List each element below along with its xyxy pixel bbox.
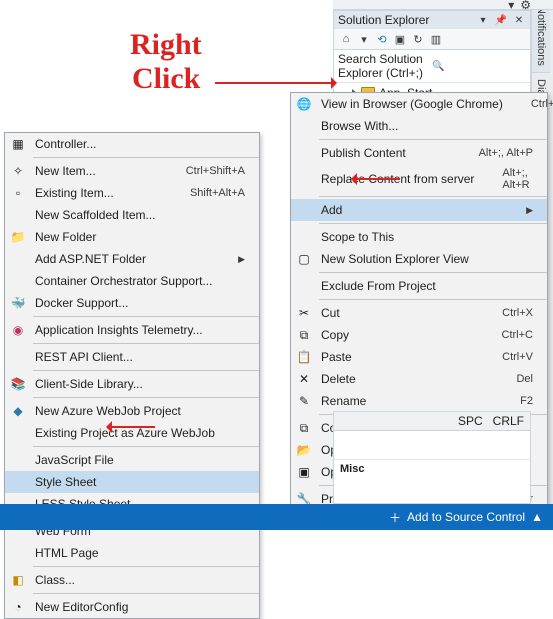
menu-docker-support[interactable]: 🐳Docker Support...: [5, 292, 259, 314]
menu-style-sheet[interactable]: Style Sheet: [5, 471, 259, 493]
cut-icon: ✂: [295, 305, 313, 321]
menu-exclude-from-project[interactable]: Exclude From Project: [291, 275, 547, 297]
menu-replace-content[interactable]: Replace Content from serverAlt+;, Alt+R: [291, 164, 547, 194]
menu-html-page[interactable]: HTML Page: [5, 542, 259, 564]
menu-existing-item[interactable]: ▫Existing Item...Shift+Alt+A: [5, 182, 259, 204]
menu-class[interactable]: ◧Class...: [5, 569, 259, 591]
submenu-arrow-icon: ▶: [238, 254, 245, 265]
menu-add[interactable]: Add▶: [291, 199, 547, 221]
status-crlf: CRLF: [493, 414, 524, 428]
browser-icon: 🌐: [295, 96, 313, 112]
new-item-icon: ✧: [9, 163, 27, 179]
add-source-control-button[interactable]: ＋ Add to Source Control ▲: [389, 509, 543, 526]
existing-item-icon: ▫: [9, 185, 27, 201]
annotation-arrow-to-content: [215, 74, 345, 94]
refresh-icon[interactable]: ↻: [410, 31, 426, 47]
show-all-icon[interactable]: ▥: [428, 31, 444, 47]
sync-icon[interactable]: ⟲: [374, 31, 390, 47]
menu-view-in-browser[interactable]: 🌐View in Browser (Google Chrome)Ctrl+Shi…: [291, 93, 547, 115]
menu-rename[interactable]: ✎RenameF2: [291, 390, 547, 412]
menu-scope-to-this[interactable]: Scope to This: [291, 226, 547, 248]
solution-explorer-header: Solution Explorer ▾ 📌 ✕: [334, 11, 530, 29]
annotation-click: Click: [132, 62, 200, 96]
add-submenu: ▦Controller... ✧New Item...Ctrl+Shift+A …: [4, 132, 260, 619]
docker-icon: 🐳: [9, 295, 27, 311]
search-placeholder: Search Solution Explorer (Ctrl+;): [338, 52, 432, 80]
terminal-icon: ▣: [295, 464, 313, 480]
menu-rest-api-client[interactable]: REST API Client...: [5, 346, 259, 368]
window-icon: ▢: [295, 251, 313, 267]
menu-scaffolded-item[interactable]: New Scaffolded Item...: [5, 204, 259, 226]
menu-new-editorconfig[interactable]: ◔New EditorConfig: [5, 596, 259, 618]
annotation-arrow-to-add: [345, 170, 400, 188]
annotation-right: Right: [130, 28, 202, 62]
dropdown-icon[interactable]: ▾: [476, 15, 490, 26]
close-icon[interactable]: ✕: [512, 15, 526, 26]
delete-icon: ✕: [295, 371, 313, 387]
top-toolbar: ▾ ⚙: [333, 0, 553, 10]
library-icon: 📚: [9, 376, 27, 392]
menu-delete[interactable]: ✕DeleteDel: [291, 368, 547, 390]
submenu-arrow-icon: ▶: [526, 205, 533, 216]
menu-controller[interactable]: ▦Controller...: [5, 133, 259, 155]
properties-grid: Misc: [333, 430, 531, 504]
rename-icon: ✎: [295, 393, 313, 409]
folder-open-icon: 📂: [295, 442, 313, 458]
menu-new-folder[interactable]: 📁New Folder: [5, 226, 259, 248]
menu-copy[interactable]: ⧉CopyCtrl+C: [291, 324, 547, 346]
status-bar: ＋ Add to Source Control ▲: [0, 504, 553, 530]
menu-app-insights[interactable]: ◉Application Insights Telemetry...: [5, 319, 259, 341]
add-source-control-label: Add to Source Control: [407, 510, 525, 524]
new-folder-icon: 📁: [9, 229, 27, 245]
menu-new-solution-view[interactable]: ▢New Solution Explorer View: [291, 248, 547, 270]
paste-icon: 📋: [295, 349, 313, 365]
properties-section-misc: Misc: [334, 459, 530, 478]
class-icon: ◧: [9, 572, 27, 588]
home-icon[interactable]: ⌂: [338, 31, 354, 47]
solution-explorer-toolbar: ⌂ ▾ ⟲ ▣ ↻ ▥: [334, 29, 530, 50]
menu-browse-with[interactable]: Browse With...: [291, 115, 547, 137]
menu-client-side-library[interactable]: 📚Client-Side Library...: [5, 373, 259, 395]
solution-explorer-title: Solution Explorer: [338, 13, 472, 27]
copy-path-icon: ⧉: [295, 420, 313, 436]
menu-container-orchestrator[interactable]: Container Orchestrator Support...: [5, 270, 259, 292]
menu-cut[interactable]: ✂CutCtrl+X: [291, 302, 547, 324]
azure-icon: ◆: [9, 403, 27, 419]
solution-search[interactable]: Search Solution Explorer (Ctrl+;) 🔍: [334, 50, 530, 83]
menu-javascript-file[interactable]: JavaScript File: [5, 449, 259, 471]
search-icon: 🔍: [432, 61, 526, 72]
insights-icon: ◉: [9, 322, 27, 338]
collapse-icon[interactable]: ▣: [392, 31, 408, 47]
annotation-arrow-to-stylesheet: [100, 418, 155, 436]
menu-publish-content[interactable]: Publish ContentAlt+;, Alt+P: [291, 142, 547, 164]
up-arrow-icon: ▲: [531, 510, 543, 524]
add-icon: ＋: [389, 509, 401, 526]
dropdown-icon[interactable]: ▾: [356, 31, 372, 47]
pin-icon[interactable]: 📌: [494, 15, 508, 26]
menu-paste: 📋PasteCtrl+V: [291, 346, 547, 368]
menu-aspnet-folder[interactable]: Add ASP.NET Folder▶: [5, 248, 259, 270]
menu-new-item[interactable]: ✧New Item...Ctrl+Shift+A: [5, 160, 259, 182]
status-spc: SPC: [458, 414, 483, 428]
controller-icon: ▦: [9, 136, 27, 152]
editor-status-strip: SPC CRLF: [333, 411, 531, 430]
copy-icon: ⧉: [295, 327, 313, 343]
sidebar-tab-notifications[interactable]: Notifications: [532, 0, 550, 73]
editorconfig-icon: ◔: [9, 599, 27, 615]
